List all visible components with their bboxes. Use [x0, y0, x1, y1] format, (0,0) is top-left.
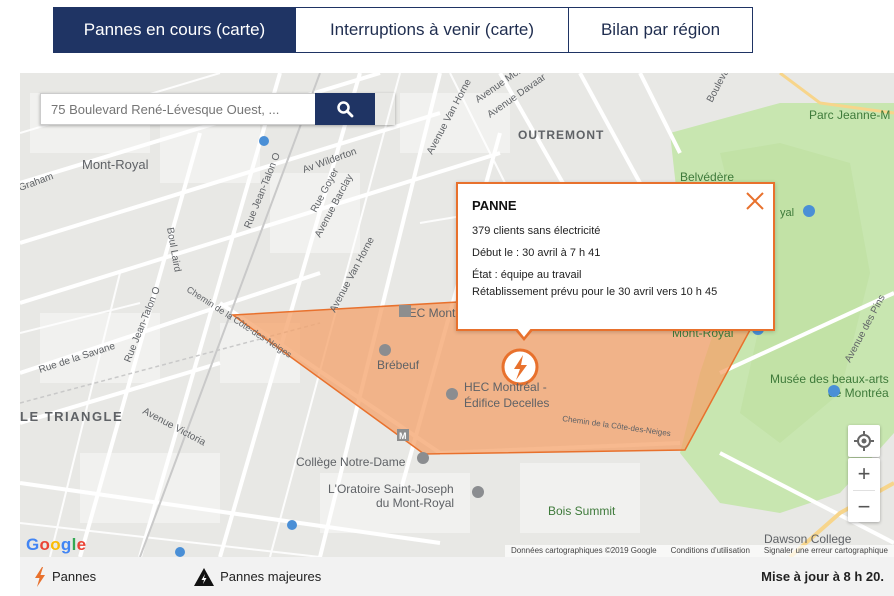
map-label-outremont: OUTREMONT: [518, 128, 604, 142]
lightning-icon: [35, 566, 45, 587]
transit-poi-icon: [287, 520, 297, 530]
tab-region-summary[interactable]: Bilan par région: [569, 7, 753, 53]
map-label-mont-royal: Mont-Royal: [82, 157, 149, 172]
map-label-bois-summit: Bois Summit: [548, 504, 616, 518]
zoom-controls: + −: [848, 458, 880, 522]
tab-upcoming-interruptions-map[interactable]: Interruptions à venir (carte): [296, 7, 569, 53]
tab-bar: Pannes en cours (carte) Interruptions à …: [53, 7, 753, 53]
transit-poi-icon: [175, 547, 185, 557]
map-label-brebeuf: Brébeuf: [377, 358, 420, 372]
map-attribution: Données cartographiques ©2019 Google Con…: [505, 545, 894, 557]
last-update-text: Mise à jour à 8 h 20.: [761, 569, 884, 584]
close-icon[interactable]: [745, 191, 765, 211]
warning-lightning-icon: [194, 567, 215, 586]
popup-restore-estimate: Rétablissement prévu pour le 30 avril ve…: [472, 286, 718, 298]
outage-map[interactable]: OUTREMONT Mont-Royal LE TRIANGLE Graham …: [20, 73, 894, 557]
legend-outages: Pannes: [34, 566, 97, 587]
search-icon: [337, 101, 354, 118]
viewpoint-poi-icon: [803, 205, 815, 217]
google-logo[interactable]: Google: [26, 535, 86, 555]
school-poi-icon: [446, 388, 458, 400]
map-label-musee-1: Musée des beaux-arts: [770, 372, 889, 386]
map-label-parc-jeanne: Parc Jeanne-M: [809, 108, 890, 122]
location-target-icon: [854, 431, 874, 451]
map-label-oratoire-1: L'Oratoire Saint-Joseph: [328, 482, 454, 496]
search-input[interactable]: [40, 93, 315, 125]
report-error-link[interactable]: Signaler une erreur cartographique: [764, 545, 888, 557]
museum-poi-icon: [828, 385, 840, 397]
map-label-hec-decelles-2: Édifice Decelles: [464, 395, 549, 410]
school-poi-icon: [379, 344, 391, 356]
legend-outages-label: Pannes: [52, 569, 97, 584]
svg-text:M: M: [399, 431, 407, 441]
outage-marker-icon[interactable]: [501, 348, 539, 386]
map-label-college-notre-dame: Collège Notre-Dame: [296, 455, 406, 469]
popup-start-time: Début le : 30 avril à 7 h 41: [472, 247, 601, 259]
search-button[interactable]: [315, 93, 375, 125]
popup-title: PANNE: [472, 198, 517, 213]
map-data-credit: Données cartographiques ©2019 Google: [511, 546, 657, 555]
landmark-poi-icon: [472, 486, 484, 498]
metro-icon: [399, 305, 411, 317]
map-label-oratoire-2: du Mont-Royal: [376, 496, 454, 510]
legend-major-label: Pannes majeures: [220, 569, 322, 584]
address-search: [40, 93, 395, 125]
map-legend: Pannes Pannes majeures Mise à jour à 8 h…: [20, 557, 894, 596]
popup-state: État : équipe au travail: [472, 269, 582, 281]
map-label-dawson: Dawson College: [764, 532, 852, 546]
map-label-royal: yal: [780, 207, 794, 219]
tab-current-outages-map[interactable]: Pannes en cours (carte): [53, 7, 296, 53]
school-poi-icon: [417, 452, 429, 464]
terms-link[interactable]: Conditions d'utilisation: [671, 545, 750, 557]
legend-major-outages: Pannes majeures: [194, 567, 322, 586]
my-location-button[interactable]: [848, 425, 880, 457]
zoom-out-button[interactable]: −: [848, 491, 880, 523]
popup-clients: 379 clients sans électricité: [472, 225, 601, 237]
transit-poi-icon: [259, 136, 269, 146]
map-label-le-triangle: LE TRIANGLE: [20, 409, 123, 424]
metro-icon: M: [397, 429, 409, 441]
popup-pointer: [514, 327, 534, 341]
zoom-in-button[interactable]: +: [848, 458, 880, 490]
outage-info-popup: PANNE 379 clients sans électricité Début…: [456, 182, 775, 341]
map-label-hec-decelles-1: HEC Montréal -: [464, 380, 547, 394]
